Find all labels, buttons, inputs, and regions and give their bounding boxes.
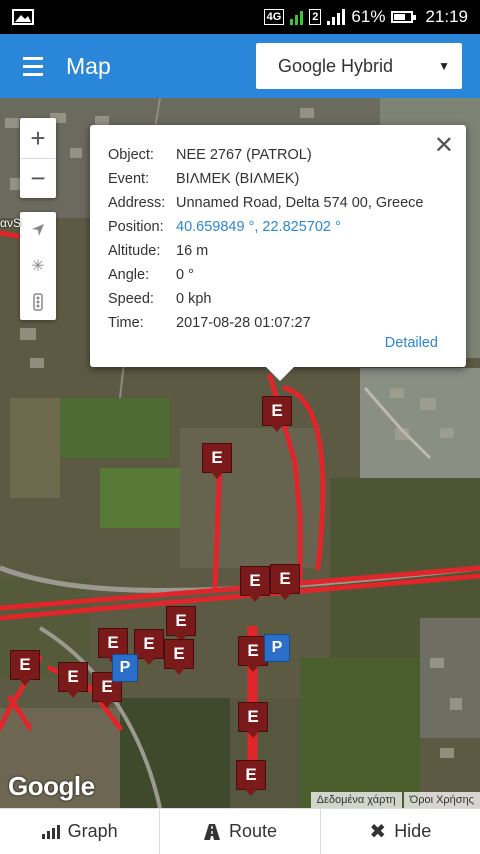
event-marker[interactable]: E xyxy=(240,566,270,602)
event-marker[interactable]: E xyxy=(166,606,196,642)
clock: 21:19 xyxy=(425,7,468,26)
zoom-control: + − xyxy=(20,118,56,198)
map-type-value: Google Hybrid xyxy=(278,55,394,76)
popup-row-position: Position: 40.659849 °, 22.825702 ° xyxy=(108,215,448,239)
status-bar: 4G 2 61% 21:19 xyxy=(0,0,480,34)
map-view[interactable]: + − ✳ ανS E E E E E E E E E E E E E E P … xyxy=(0,98,480,808)
battery-icon xyxy=(391,11,417,23)
event-marker[interactable]: E xyxy=(10,650,40,686)
route-button[interactable]: Route xyxy=(159,809,319,854)
graph-button[interactable]: Graph xyxy=(0,809,159,854)
map-place-label: ανS xyxy=(0,216,21,230)
event-marker[interactable]: E xyxy=(202,443,232,479)
popup-row-address: Address: Unnamed Road, Delta 574 00, Gree… xyxy=(108,195,424,211)
notification-image-icon xyxy=(12,9,34,25)
zoom-in-button[interactable]: + xyxy=(20,118,56,158)
detailed-link[interactable]: Detailed xyxy=(385,335,438,351)
sun-icon[interactable]: ✳ xyxy=(20,248,56,284)
google-logo: Google xyxy=(8,771,95,801)
event-marker[interactable]: E xyxy=(236,760,266,796)
menu-icon[interactable] xyxy=(0,34,66,98)
popup-row-speed: Speed: 0 kph xyxy=(108,291,212,307)
hide-label: Hide xyxy=(394,821,432,841)
popup-row-time: Time: 2017-08-28 01:07:27 xyxy=(108,315,311,331)
route-label: Route xyxy=(228,821,278,841)
map-data-link[interactable]: Δεδομένα χάρτη xyxy=(310,792,402,808)
info-popup: ✕ Object: ΝΕΕ 2767 (PATROL) Event: ΒΙΛΜΕΚ … xyxy=(90,125,466,381)
popup-row-event: Event: ΒΙΛΜΕΚ (ΒΙΛΜΕΚ) xyxy=(108,171,300,187)
event-marker[interactable]: E xyxy=(262,396,292,432)
event-marker[interactable]: E xyxy=(58,662,88,698)
popup-row-angle: Angle: 0 ° xyxy=(108,267,194,283)
sim2-badge: 2 xyxy=(309,9,322,25)
hide-button[interactable]: ✖ Hide xyxy=(319,809,480,854)
graph-icon xyxy=(41,824,60,839)
close-icon: ✖ xyxy=(369,821,387,843)
parking-marker[interactable]: P xyxy=(112,654,138,682)
close-popup-button[interactable]: ✕ xyxy=(434,131,454,160)
network-type-badge: 4G xyxy=(263,9,285,25)
signal-2-icon xyxy=(327,9,346,25)
position-link[interactable]: 40.659849 °, 22.825702 ° xyxy=(176,219,448,235)
traffic-light-icon[interactable] xyxy=(20,284,56,320)
route-icon xyxy=(203,823,220,840)
dropdown-caret-icon: ▼ xyxy=(438,59,450,73)
terms-link[interactable]: Όροι Χρήσης xyxy=(403,792,480,808)
locate-arrow-icon[interactable] xyxy=(20,212,56,248)
map-tools-control: ✳ xyxy=(20,212,56,320)
zoom-out-button[interactable]: − xyxy=(20,158,56,198)
page-title: Map xyxy=(66,52,111,79)
event-marker[interactable]: E xyxy=(270,564,300,600)
graph-label: Graph xyxy=(67,821,118,841)
event-marker[interactable]: E xyxy=(164,639,194,675)
parking-marker[interactable]: P xyxy=(264,634,290,662)
event-marker[interactable]: E xyxy=(238,702,268,738)
popup-row-altitude: Altitude: 16 m xyxy=(108,243,209,259)
battery-percent: 61% xyxy=(351,7,386,26)
map-type-select[interactable]: Google Hybrid ▼ xyxy=(256,43,462,89)
app-bar: Map Google Hybrid ▼ xyxy=(0,34,480,98)
event-marker[interactable]: E xyxy=(134,629,164,665)
signal-1-icon xyxy=(290,9,304,25)
bottom-toolbar: Graph Route ✖ Hide xyxy=(0,808,480,854)
map-attribution: Δεδομένα χάρτη Όροι Χρήσης xyxy=(310,792,480,808)
popup-row-object: Object: ΝΕΕ 2767 (PATROL) xyxy=(108,147,312,163)
